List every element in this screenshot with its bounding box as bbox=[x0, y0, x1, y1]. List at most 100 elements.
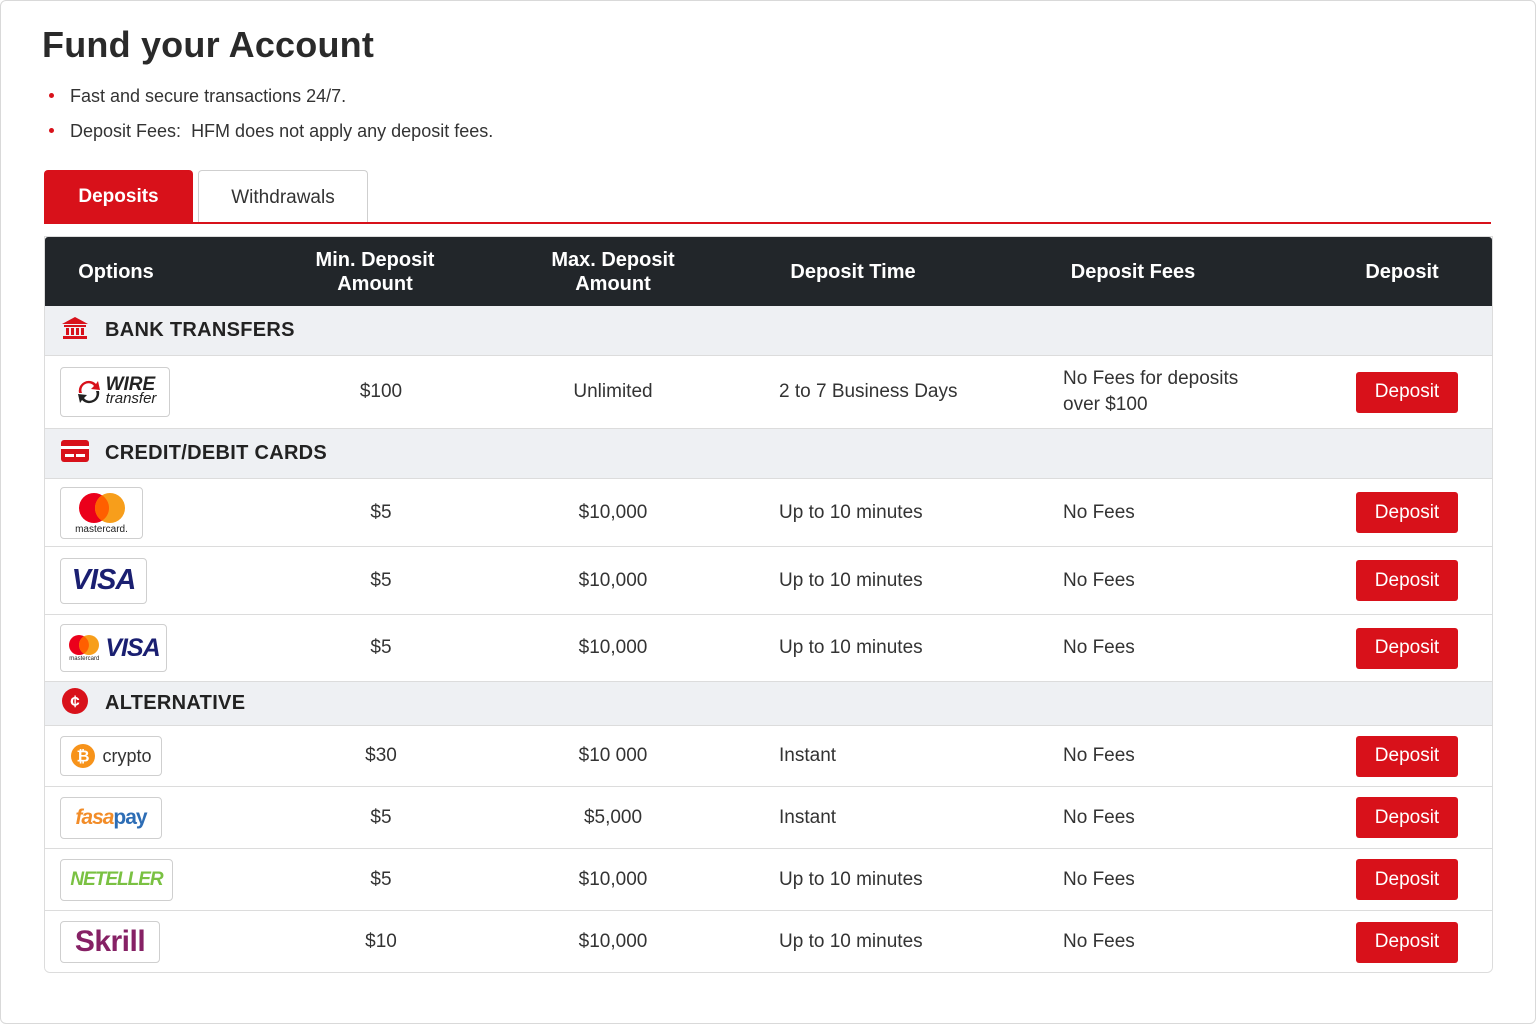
table-row: mastercard VISA $5 $10,000 Up to 10 minu… bbox=[45, 615, 1492, 682]
skrill-logo-text: Skrill bbox=[74, 925, 146, 958]
fasapay-logo-text-fasa: fasa bbox=[75, 805, 114, 829]
alternative-currency-icon: ¢ bbox=[61, 687, 89, 720]
deposit-fees-value: No Fees bbox=[1063, 501, 1135, 523]
tab-underline bbox=[44, 222, 1491, 224]
mastercard-circles-icon bbox=[78, 492, 125, 523]
bullet-dot bbox=[49, 93, 54, 98]
deposit-button-cell: Deposit bbox=[1356, 787, 1458, 848]
deposit-button-skrill[interactable]: Deposit bbox=[1356, 921, 1458, 963]
deposit-time-value: Instant bbox=[779, 806, 837, 828]
deposit-button-mastercard[interactable]: Deposit bbox=[1356, 492, 1458, 533]
min-deposit-value: $5 bbox=[370, 806, 392, 828]
svg-text:₿: ₿ bbox=[77, 748, 90, 766]
max-deposit-value: Unlimited bbox=[573, 381, 653, 402]
visa-logo-text: VISA bbox=[105, 633, 160, 662]
deposit-fees-value: No Fees bbox=[1063, 868, 1135, 890]
deposit-time-value: Up to 10 minutes bbox=[779, 637, 923, 658]
neteller-logo-text: NETELLER bbox=[70, 868, 163, 890]
deposit-button-cell: Deposit bbox=[1356, 479, 1458, 546]
table-row: NETELLER $5 $10,000 Up to 10 minutes No … bbox=[45, 849, 1492, 911]
deposit-button-cell: Deposit bbox=[1356, 547, 1458, 614]
deposit-methods-table: Options Min. Deposit Amount Max. Deposit A… bbox=[44, 236, 1493, 973]
header-min-deposit: Min. Deposit Amount bbox=[315, 248, 435, 295]
section-bank-transfers: BANK TRANSFERS bbox=[45, 306, 1492, 356]
visa-logo: VISA bbox=[60, 557, 147, 604]
fasapay-logo: fasa pay bbox=[60, 796, 162, 839]
deposit-button-neteller[interactable]: Deposit bbox=[1356, 859, 1458, 900]
skrill-logo: Skrill bbox=[60, 921, 160, 963]
bullet-text-transactions: Fast and secure transactions 24/7. bbox=[70, 85, 347, 106]
neteller-logo: NETELLER bbox=[60, 858, 173, 901]
bullet-fees-label: Deposit Fees: bbox=[70, 120, 182, 141]
tab-deposits[interactable]: Deposits bbox=[44, 170, 193, 224]
fasapay-logo-text-pay: pay bbox=[113, 805, 147, 829]
section-credit-debit-cards: CREDIT/DEBIT CARDS bbox=[45, 429, 1492, 479]
deposit-fees-value: No Fees bbox=[1063, 745, 1135, 766]
page-title: Fund your Account bbox=[42, 24, 375, 65]
min-deposit-value: $30 bbox=[365, 745, 397, 766]
deposit-button-crypto[interactable]: Deposit bbox=[1356, 735, 1458, 777]
min-deposit-value: $5 bbox=[370, 868, 392, 890]
deposit-button-wire[interactable]: Deposit bbox=[1356, 371, 1458, 413]
header-options: Options bbox=[78, 260, 154, 283]
mastercard-small-text: mastercard bbox=[69, 656, 100, 662]
tab-withdrawals[interactable]: Withdrawals bbox=[198, 170, 368, 224]
deposit-button-fasapay[interactable]: Deposit bbox=[1356, 797, 1458, 838]
deposit-button-cell: Deposit bbox=[1356, 615, 1458, 681]
min-deposit-value: $100 bbox=[359, 381, 403, 402]
deposit-button-cell: Deposit bbox=[1356, 849, 1458, 910]
max-deposit-value: $10,000 bbox=[578, 501, 648, 523]
deposit-time-value: Up to 10 minutes bbox=[779, 501, 923, 523]
section-title: ALTERNATIVE bbox=[105, 692, 246, 714]
bullet-item: Fast and secure transactions 24/7. bbox=[46, 78, 493, 113]
min-deposit-value: $5 bbox=[370, 569, 392, 591]
crypto-logo: ₿ crypto bbox=[60, 736, 162, 776]
deposit-time-value: Instant bbox=[779, 745, 837, 766]
header-max-deposit: Max. Deposit Amount bbox=[551, 248, 675, 295]
min-deposit-value: $10 bbox=[365, 931, 397, 952]
header-deposit-time: Deposit Time bbox=[790, 260, 916, 283]
deposit-button-visa[interactable]: Deposit bbox=[1356, 560, 1458, 601]
deposit-button-cell: Deposit bbox=[1356, 911, 1458, 972]
section-alternative: ¢ ALTERNATIVE bbox=[45, 682, 1492, 726]
crypto-logo-text: crypto bbox=[102, 745, 152, 766]
table-row: Skrill $10 $10,000 Up to 10 minutes No F… bbox=[45, 911, 1492, 972]
mastercard-visa-logo: mastercard VISA bbox=[60, 624, 167, 672]
table-row: mastercard. $5 $10,000 Up to 10 minutes … bbox=[45, 479, 1492, 547]
section-title: BANK TRANSFERS bbox=[105, 319, 295, 341]
deposit-button-cell: Deposit bbox=[1356, 356, 1458, 428]
deposit-fees-value: No Fees bbox=[1063, 569, 1135, 591]
max-deposit-value: $5,000 bbox=[583, 806, 643, 828]
tab-bar: Deposits Withdrawals bbox=[44, 170, 368, 224]
deposit-button-mastercard-visa[interactable]: Deposit bbox=[1356, 627, 1458, 669]
table-row: VISA $5 $10,000 Up to 10 minutes No Fees… bbox=[45, 547, 1492, 615]
visa-logo-text: VISA bbox=[71, 564, 137, 596]
deposit-time-value: Up to 10 minutes bbox=[779, 868, 923, 890]
wire-arrows-icon bbox=[77, 380, 100, 404]
max-deposit-value: $10,000 bbox=[578, 569, 648, 591]
info-bullets: Fast and secure transactions 24/7. Depos… bbox=[46, 78, 493, 148]
bullet-fees-text: HFM does not apply any deposit fees. bbox=[191, 120, 494, 141]
deposit-fees-value: No Fees bbox=[1063, 637, 1135, 658]
table-header: Options Min. Deposit Amount Max. Deposit A… bbox=[45, 237, 1492, 306]
deposit-fees-value: No Fees bbox=[1063, 931, 1135, 952]
deposit-time-value: Up to 10 minutes bbox=[779, 569, 923, 591]
max-deposit-value: $10,000 bbox=[578, 637, 648, 658]
deposit-time-value: 2 to 7 Business Days bbox=[779, 381, 958, 402]
bullet-dot bbox=[49, 128, 54, 133]
max-deposit-value: $10 000 bbox=[578, 745, 648, 766]
bullet-item: Deposit Fees: HFM does not apply any dep… bbox=[46, 113, 493, 148]
min-deposit-value: $5 bbox=[370, 637, 392, 658]
min-deposit-value: $5 bbox=[370, 501, 392, 523]
wire-transfer-logo: WIRE transfer bbox=[60, 367, 170, 417]
section-title: CREDIT/DEBIT CARDS bbox=[105, 442, 328, 464]
credit-card-icon bbox=[61, 440, 89, 467]
deposit-fees-value: No Fees bbox=[1063, 806, 1135, 828]
deposit-button-cell: Deposit bbox=[1356, 726, 1458, 786]
header-deposit: Deposit bbox=[1365, 260, 1439, 283]
mastercard-logo: mastercard. bbox=[60, 486, 143, 539]
table-row: fasa pay $5 $5,000 Instant No Fees Deposi… bbox=[45, 787, 1492, 849]
table-row: WIRE transfer $100 Unlimited 2 to 7 Busi… bbox=[45, 356, 1492, 429]
mastercard-circles-icon bbox=[69, 635, 100, 655]
mastercard-logo-text: mastercard. bbox=[75, 523, 128, 535]
